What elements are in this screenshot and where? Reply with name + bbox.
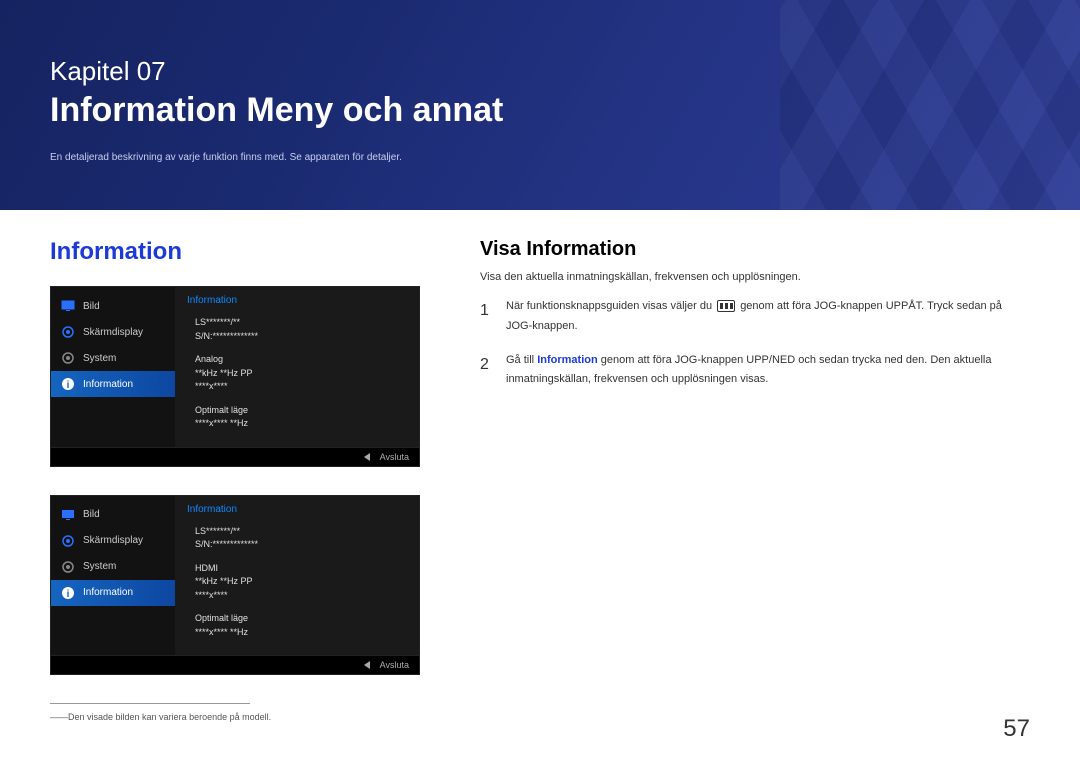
osd-opt-res: ****x**** **Hz <box>195 626 407 640</box>
back-arrow-icon <box>364 453 370 461</box>
gear-icon <box>61 534 75 548</box>
subsection-heading: Visa Information <box>480 238 1030 261</box>
monitor-icon <box>61 299 75 313</box>
osd-menu-information: i Information <box>51 371 175 397</box>
osd-menu-skarm: Skärmdisplay <box>51 319 175 345</box>
osd-opt-label: Optimalt läge <box>195 612 407 626</box>
osd-panel: Information LS*******/** S/N:***********… <box>175 496 419 656</box>
chapter-description: En detaljerad beskrivning av varje funkt… <box>50 152 1030 163</box>
step2-highlight: Information <box>537 354 598 366</box>
step-number: 2 <box>480 351 496 391</box>
menu-button-icon <box>717 300 735 312</box>
osd-menu-bild-label: Bild <box>83 509 100 520</box>
osd-exit-label: Avsluta <box>380 452 409 462</box>
osd-footer: Avsluta <box>51 655 419 674</box>
osd-menu: Bild Skärmdisplay System i Information <box>51 496 175 656</box>
osd-res: ****x**** <box>195 380 407 394</box>
gear-icon <box>61 351 75 365</box>
osd-menu-system: System <box>51 345 175 371</box>
info-icon: i <box>61 377 75 391</box>
osd-serial: S/N:************* <box>195 538 407 552</box>
step-1: 1 När funktionsknappsguiden visas väljer… <box>480 297 1030 337</box>
osd-source: Analog <box>195 353 407 367</box>
step-text: Gå till Information genom att föra JOG-k… <box>506 351 1030 391</box>
osd-menu-bild: Bild <box>51 502 175 528</box>
osd-opt-res: ****x**** **Hz <box>195 417 407 431</box>
osd-menu-skarm: Skärmdisplay <box>51 528 175 554</box>
osd-freq: **kHz **Hz PP <box>195 367 407 381</box>
gear-icon <box>61 325 75 339</box>
osd-menu-information-label: Information <box>83 379 133 390</box>
osd-opt-label: Optimalt läge <box>195 404 407 418</box>
osd-menu-bild: Bild <box>51 293 175 319</box>
gear-icon <box>61 560 75 574</box>
osd-menu-system: System <box>51 554 175 580</box>
osd-model: LS*******/** <box>195 525 407 539</box>
osd-model: LS*******/** <box>195 316 407 330</box>
osd-menu: Bild Skärmdisplay System i Information <box>51 287 175 447</box>
back-arrow-icon <box>364 661 370 669</box>
osd-res: ****x**** <box>195 589 407 603</box>
osd-menu-information: i Information <box>51 580 175 606</box>
svg-text:i: i <box>67 589 70 600</box>
osd-freq: **kHz **Hz PP <box>195 575 407 589</box>
osd-screenshot-hdmi: Bild Skärmdisplay System i Information <box>50 495 420 676</box>
step-2: 2 Gå till Information genom att föra JOG… <box>480 351 1030 391</box>
subsection-description: Visa den aktuella inmatningskällan, frek… <box>480 271 1030 283</box>
osd-menu-skarm-label: Skärmdisplay <box>83 535 143 546</box>
step-number: 1 <box>480 297 496 337</box>
osd-menu-information-label: Information <box>83 587 133 598</box>
monitor-icon <box>61 508 75 522</box>
svg-text:i: i <box>67 380 70 391</box>
osd-menu-system-label: System <box>83 353 116 364</box>
osd-footer: Avsluta <box>51 447 419 466</box>
page-number: 57 <box>1003 715 1030 743</box>
chapter-label: Kapitel 07 <box>50 56 1030 87</box>
step-text: När funktionsknappsguiden visas väljer d… <box>506 297 1030 337</box>
osd-panel-title: Information <box>187 295 407 306</box>
osd-screenshot-analog: Bild Skärmdisplay System i Information <box>50 286 420 467</box>
osd-serial: S/N:************* <box>195 330 407 344</box>
osd-menu-bild-label: Bild <box>83 301 100 312</box>
osd-source: HDMI <box>195 562 407 576</box>
osd-exit-label: Avsluta <box>380 660 409 670</box>
osd-panel-title: Information <box>187 504 407 515</box>
osd-panel: Information LS*******/** S/N:***********… <box>175 287 419 447</box>
section-heading: Information <box>50 238 450 266</box>
chapter-title: Information Meny och annat <box>50 91 1030 130</box>
step1-part-a: När funktionsknappsguiden visas väljer d… <box>506 300 715 312</box>
step2-part-a: Gå till <box>506 354 537 366</box>
osd-menu-system-label: System <box>83 561 116 572</box>
info-icon: i <box>61 586 75 600</box>
osd-menu-skarm-label: Skärmdisplay <box>83 327 143 338</box>
footnote-divider <box>50 703 250 704</box>
footnote-text: ――Den visade bilden kan variera beroende… <box>50 712 450 722</box>
chapter-header: Kapitel 07 Information Meny och annat En… <box>0 0 1080 210</box>
